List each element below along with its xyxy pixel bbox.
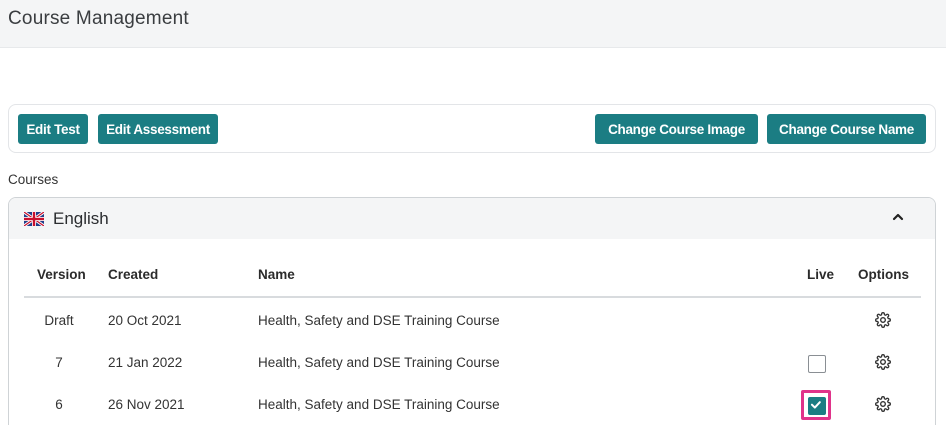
checkmark-icon: [810, 401, 821, 409]
table-header: Version Created Name Live Options: [24, 253, 921, 298]
accordion-header-english[interactable]: English: [9, 198, 935, 239]
row-created: 20 Oct 2021: [108, 313, 182, 328]
row-name: Health, Safety and DSE Training Course: [258, 313, 500, 328]
header-options: Options: [858, 267, 909, 282]
row-created: 26 Nov 2021: [108, 397, 185, 412]
live-checkbox[interactable]: [808, 355, 826, 373]
row-name: Health, Safety and DSE Training Course: [258, 397, 500, 412]
header-version: Version: [37, 267, 86, 282]
row-version: Draft: [44, 313, 74, 328]
course-accordion: English Version Created Name Live Option…: [8, 197, 936, 425]
change-course-image-button[interactable]: Change Course Image: [595, 114, 758, 144]
table-row: 7 21 Jan 2022 Health, Safety and DSE Tra…: [24, 342, 921, 384]
accordion-title: English: [53, 209, 109, 228]
header-live: Live: [807, 267, 835, 282]
gear-icon[interactable]: [875, 354, 891, 370]
gear-icon[interactable]: [875, 396, 891, 412]
row-version: 7: [55, 355, 63, 370]
table-row: 6 26 Nov 2021 Health, Safety and DSE Tra…: [24, 384, 921, 425]
courses-label: Courses: [8, 172, 59, 187]
table-row: Draft 20 Oct 2021 Health, Safety and DSE…: [24, 300, 921, 342]
edit-assessment-button[interactable]: Edit Assessment: [98, 114, 218, 144]
live-checkbox-checked[interactable]: [808, 397, 826, 415]
row-name: Health, Safety and DSE Training Course: [258, 355, 500, 370]
page-header: Course Management: [0, 0, 946, 48]
gear-icon[interactable]: [875, 312, 891, 328]
chevron-up-icon[interactable]: [891, 210, 905, 224]
uk-flag-icon: [24, 212, 44, 226]
row-created: 21 Jan 2022: [108, 355, 183, 370]
change-course-name-button[interactable]: Change Course Name: [767, 114, 926, 144]
course-toolbar: Edit Test Edit Assessment Change Course …: [8, 104, 936, 153]
page-title: Course Management: [8, 8, 189, 29]
row-version: 6: [55, 397, 63, 412]
header-name: Name: [258, 267, 295, 282]
edit-test-button[interactable]: Edit Test: [18, 114, 88, 144]
header-created: Created: [108, 267, 159, 282]
